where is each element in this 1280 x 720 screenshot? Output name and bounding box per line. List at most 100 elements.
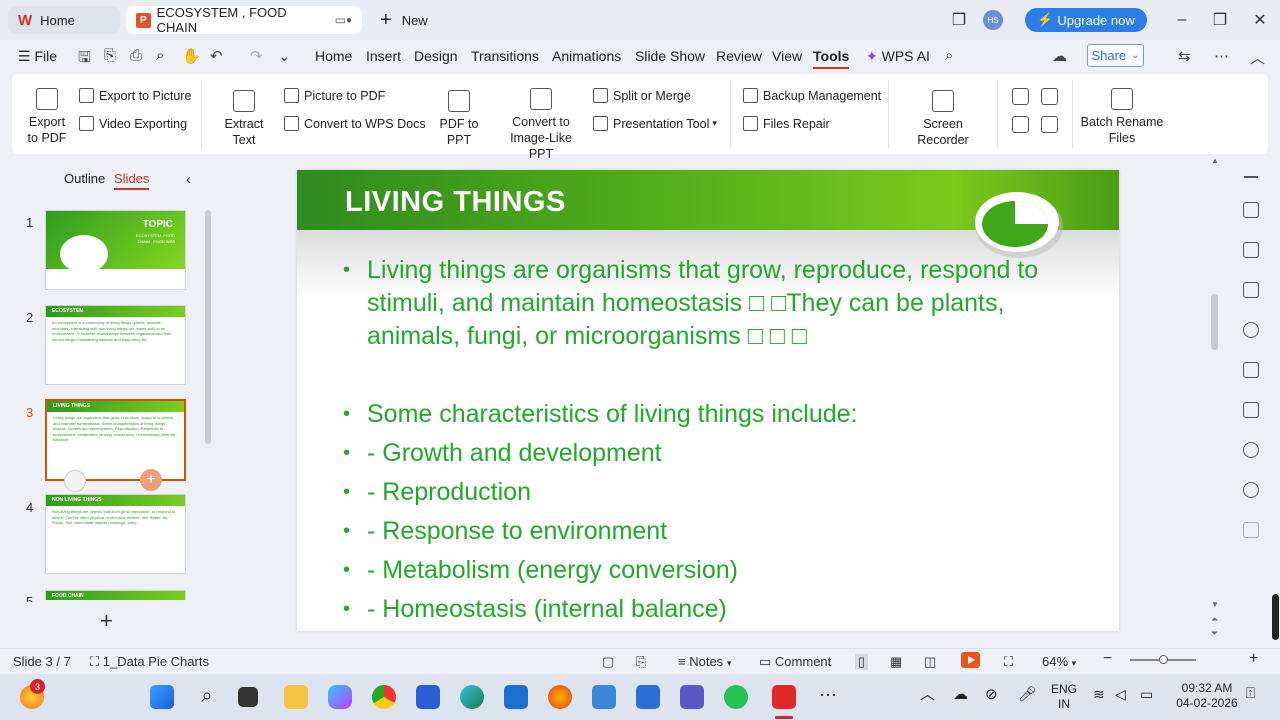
- tool-icon-b[interactable]: [1041, 88, 1058, 105]
- format-painter-icon[interactable]: ✋: [182, 47, 201, 65]
- cloud-sync-icon[interactable]: ☁: [1052, 47, 1067, 65]
- more-options-icon[interactable]: ⋯: [1214, 47, 1229, 65]
- menu-review[interactable]: Review: [716, 48, 762, 64]
- reading-mode-icon[interactable]: ⎘: [636, 654, 646, 670]
- menu-transitions[interactable]: Transitions: [471, 48, 539, 64]
- teams-icon[interactable]: [680, 685, 704, 709]
- file-menu[interactable]: ☰ File: [18, 48, 57, 65]
- normal-view-icon[interactable]: ▯: [855, 654, 869, 670]
- tab-slides[interactable]: Slides: [114, 171, 150, 190]
- windows-start-icon[interactable]: [150, 685, 174, 709]
- convert-to-wps-docs-button[interactable]: Convert to WPS Docs: [284, 116, 426, 131]
- more-apps-icon[interactable]: ⋯: [816, 685, 840, 709]
- canvas-scrollbar[interactable]: [1211, 294, 1218, 350]
- close-icon[interactable]: ✕: [1250, 8, 1270, 32]
- files-repair-button[interactable]: Files Repair: [743, 116, 830, 131]
- edge-icon[interactable]: [460, 685, 484, 709]
- export-to-picture-button[interactable]: Export to Picture: [79, 88, 191, 103]
- battery-icon[interactable]: ▭: [1140, 687, 1153, 702]
- zoom-out-icon[interactable]: −: [1103, 650, 1112, 668]
- monitor-icon[interactable]: ▭: [335, 13, 346, 27]
- reading-view-icon[interactable]: ◫: [924, 654, 936, 670]
- photos-icon[interactable]: [592, 685, 616, 709]
- slide-sorter-icon[interactable]: ▦: [890, 654, 902, 670]
- zoom-level-dropdown[interactable]: 64% ▾: [1042, 654, 1076, 669]
- tool-icon-c[interactable]: [1012, 116, 1029, 133]
- chrome-icon[interactable]: [372, 685, 396, 709]
- onedrive-icon[interactable]: ☁: [953, 687, 968, 702]
- split-or-merge-button[interactable]: Split or Merge: [593, 88, 691, 103]
- slide-canvas[interactable]: LIVING THINGS Living things are organism…: [297, 170, 1119, 631]
- restore-window-icon[interactable]: ❐: [948, 8, 970, 32]
- fit-page-icon[interactable]: ▢: [602, 654, 614, 670]
- notes-button[interactable]: ≡ Notes ▾: [678, 654, 731, 669]
- slide-thumbnail-4[interactable]: NON LIVING THINGS Non-living things are …: [45, 494, 186, 574]
- next-slide-icon[interactable]: ⏷: [1211, 628, 1218, 639]
- store-icon[interactable]: [416, 685, 440, 709]
- tab-outline[interactable]: Outline: [64, 171, 105, 186]
- menu-animations[interactable]: Animations: [552, 48, 621, 64]
- tab-document[interactable]: P ECOSYSTEM , FOOD CHAIN ▭ ●: [126, 5, 362, 35]
- scroll-down-icon[interactable]: ▼: [1211, 600, 1219, 609]
- batch-rename-button[interactable]: Batch Rename Files: [1080, 88, 1164, 146]
- play-slide-icon[interactable]: [64, 470, 86, 492]
- side-scroll-handle[interactable]: [1272, 594, 1279, 640]
- prev-slide-icon[interactable]: ⏶: [1211, 614, 1218, 625]
- microphone-icon[interactable]: 🎤︎: [1018, 687, 1037, 702]
- firefox-icon[interactable]: [548, 685, 572, 709]
- extract-text-button[interactable]: Extract Text: [212, 90, 276, 148]
- tab-home[interactable]: W Home: [8, 6, 120, 34]
- menu-slide-show[interactable]: Slide Show: [635, 48, 705, 64]
- screen-recorder-button[interactable]: Screen Recorder: [898, 90, 988, 148]
- magic-tool-icon[interactable]: [1243, 202, 1259, 218]
- collaborate-icon[interactable]: ⇆: [1178, 47, 1191, 65]
- panel-scrollbar[interactable]: [205, 210, 211, 444]
- history-icon[interactable]: [1243, 442, 1259, 458]
- tool-icon-a[interactable]: [1012, 88, 1029, 105]
- convert-to-image-ppt-button[interactable]: Convert to Image-Like PPT: [498, 88, 584, 162]
- zoom-slider-handle[interactable]: [1159, 655, 1168, 664]
- collapse-ribbon-icon[interactable]: ︿: [1250, 47, 1265, 68]
- outlook-icon[interactable]: [504, 685, 528, 709]
- backup-management-button[interactable]: Backup Management: [743, 88, 881, 103]
- menu-tools[interactable]: Tools: [813, 48, 850, 69]
- print-icon[interactable]: ⎙: [130, 47, 142, 64]
- slide-thumbnail-2[interactable]: ECOSYSTEM An ecosystem is a community of…: [45, 305, 186, 385]
- calendar-icon[interactable]: [636, 685, 660, 709]
- unsaved-dot-icon[interactable]: ●: [346, 15, 352, 26]
- file-explorer-icon[interactable]: [284, 685, 308, 709]
- upgrade-button[interactable]: ⚡ Upgrade now: [1025, 8, 1147, 32]
- maximize-icon[interactable]: ❐: [1210, 8, 1230, 32]
- slide-thumbnail-1[interactable]: TOPIC ECOSYSTEM, FOOD CHAIN , FOOD WEB: [45, 210, 186, 290]
- theme-name[interactable]: ⛶ 1_Data Pie Charts: [90, 654, 209, 670]
- help-icon[interactable]: [1243, 482, 1259, 498]
- save-icon[interactable]: 🖫: [78, 47, 91, 72]
- tool-icon-d[interactable]: [1041, 116, 1058, 133]
- picture-to-pdf-button[interactable]: Picture to PDF: [284, 88, 385, 103]
- zoom-in-icon[interactable]: +: [1249, 650, 1258, 668]
- design-tool-icon[interactable]: [1243, 242, 1259, 258]
- copilot-icon[interactable]: [328, 685, 352, 709]
- play-slideshow-button[interactable]: [961, 652, 980, 668]
- apps-grid-icon[interactable]: [1243, 522, 1259, 538]
- video-exporting-button[interactable]: Video Exporting: [79, 116, 187, 131]
- add-slide-icon[interactable]: +: [100, 608, 113, 634]
- network-off-icon[interactable]: ⊘: [985, 687, 998, 702]
- minimize-panel-icon[interactable]: [1244, 176, 1258, 178]
- task-view-icon[interactable]: [238, 687, 258, 707]
- minimize-icon[interactable]: –: [1172, 8, 1192, 32]
- volume-icon[interactable]: ◁: [1115, 687, 1126, 702]
- redo-icon[interactable]: ↷: [250, 47, 263, 65]
- menu-view[interactable]: View: [772, 48, 802, 64]
- star-icon[interactable]: [1243, 362, 1259, 378]
- presentation-tool-dropdown[interactable]: Presentation Tool ▾: [593, 116, 717, 131]
- slide-title[interactable]: LIVING THINGS: [345, 186, 566, 219]
- new-tab-button[interactable]: + New: [370, 6, 438, 34]
- share-button[interactable]: Share ⌄: [1087, 44, 1144, 67]
- undo-icon[interactable]: ↶: [210, 47, 223, 65]
- notifications-icon[interactable]: ⍐: [1246, 686, 1255, 701]
- search-icon[interactable]: ⌕: [945, 47, 953, 64]
- settings-sliders-icon[interactable]: [1243, 402, 1259, 418]
- menu-design[interactable]: Design: [414, 48, 458, 64]
- comment-button[interactable]: ▭ Comment: [759, 654, 831, 670]
